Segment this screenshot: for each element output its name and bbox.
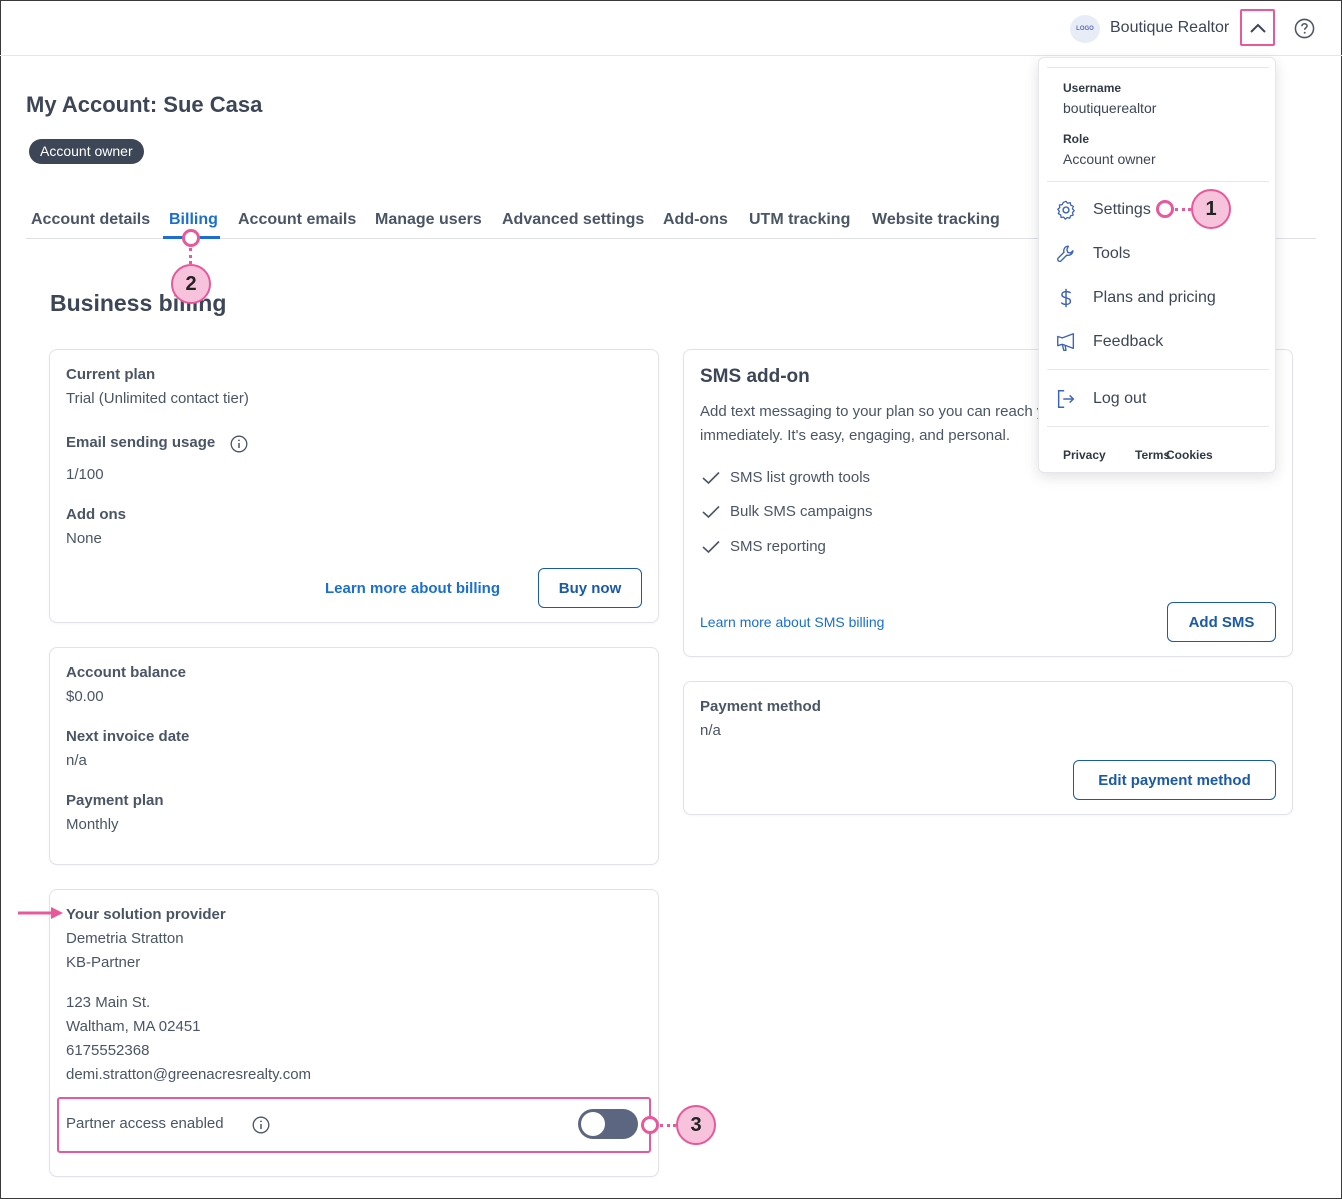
usage-label: Email sending usage xyxy=(66,434,216,451)
top-bar: LOGO Boutique Realtor xyxy=(0,0,1342,56)
sms-feature-item: SMS list growth tools xyxy=(702,469,870,486)
tab-utm-tracking[interactable]: UTM tracking xyxy=(749,211,850,229)
payment-plan-label: Payment plan xyxy=(66,792,164,809)
check-icon xyxy=(702,505,720,518)
terms-link[interactable]: Terms xyxy=(1135,448,1170,462)
learn-more-billing-link[interactable]: Learn more about billing xyxy=(325,580,500,597)
callout-connector xyxy=(189,248,192,264)
provider-email: demi.stratton@greenacresrealty.com xyxy=(66,1066,312,1083)
role-value: Account owner xyxy=(1063,151,1156,167)
payment-method-label: Payment method xyxy=(700,698,821,715)
menu-divider xyxy=(1047,67,1269,68)
info-icon[interactable] xyxy=(252,1116,270,1134)
sms-feature-item: SMS reporting xyxy=(702,538,826,555)
addons-label: Add ons xyxy=(66,506,126,523)
provider-name: Demetria Stratton xyxy=(66,930,184,947)
callout-connector xyxy=(660,1124,676,1127)
tab-account-details[interactable]: Account details xyxy=(31,211,150,229)
menu-item-label: Plans and pricing xyxy=(1093,289,1216,306)
sms-feature-label: Bulk SMS campaigns xyxy=(730,503,873,520)
buy-now-button[interactable]: Buy now xyxy=(538,568,642,608)
page-title: My Account: Sue Casa xyxy=(26,92,263,117)
menu-item-label: Settings xyxy=(1093,201,1151,218)
provider-phone: 6175552368 xyxy=(66,1042,150,1059)
sms-feature-label: SMS list growth tools xyxy=(730,469,871,486)
username-label: Username xyxy=(1063,81,1122,95)
chevron-up-icon xyxy=(1249,23,1266,33)
sms-feature-item: Bulk SMS campaigns xyxy=(702,503,873,520)
account-logo: LOGO xyxy=(1070,15,1100,43)
sms-title: SMS add-on xyxy=(700,366,810,387)
tab-account-emails[interactable]: Account emails xyxy=(238,211,356,229)
current-plan-label: Current plan xyxy=(66,366,156,383)
menu-item-feedback[interactable]: Feedback xyxy=(1055,331,1163,353)
learn-more-sms-link[interactable]: Learn more about SMS billing xyxy=(700,614,884,630)
tab-add-ons[interactable]: Add-ons xyxy=(663,211,728,229)
megaphone-icon xyxy=(1057,333,1075,351)
account-name[interactable]: Boutique Realtor xyxy=(1110,19,1229,37)
callout-anchor xyxy=(641,1116,659,1134)
tab-website-tracking[interactable]: Website tracking xyxy=(872,211,1000,229)
role-badge: Account owner xyxy=(29,139,144,164)
menu-item-label: Feedback xyxy=(1093,333,1164,350)
username-value: boutiquerealtor xyxy=(1063,100,1157,116)
provider-street: 123 Main St. xyxy=(66,994,151,1011)
tab-manage-users[interactable]: Manage users xyxy=(375,211,482,229)
menu-item-tools[interactable]: Tools xyxy=(1055,243,1130,265)
current-plan-value: Trial (Unlimited contact tier) xyxy=(66,390,249,407)
provider-title: Your solution provider xyxy=(66,906,226,923)
provider-company: KB-Partner xyxy=(66,954,141,971)
sms-description-line-2: immediately. It's easy, engaging, and pe… xyxy=(700,427,1010,444)
callout-anchor xyxy=(1156,200,1174,218)
partner-access-label: Partner access enabled xyxy=(66,1115,224,1132)
account-menu-toggle[interactable] xyxy=(1240,9,1275,46)
menu-item-plans-and-pricing[interactable]: Plans and pricing xyxy=(1055,287,1216,309)
usage-value: 1/100 xyxy=(66,466,104,483)
toggle-knob xyxy=(581,1112,605,1136)
check-icon xyxy=(702,471,720,484)
account-dropdown-menu: Username boutiquerealtor Role Account ow… xyxy=(1038,57,1276,473)
callout-badge-1: 1 xyxy=(1191,189,1231,229)
menu-divider xyxy=(1047,369,1269,370)
menu-item-settings[interactable]: Settings xyxy=(1055,199,1151,221)
callout-anchor xyxy=(182,229,200,247)
callout-badge-2: 2 xyxy=(171,264,211,304)
arrow-pointer-icon xyxy=(18,907,63,919)
tab-advanced-settings[interactable]: Advanced settings xyxy=(502,211,644,229)
sms-description-line-1: Add text messaging to your plan so you c… xyxy=(700,403,1040,420)
cookies-link[interactable]: Cookies xyxy=(1166,448,1213,462)
addons-value: None xyxy=(66,530,102,547)
provider-city: Waltham, MA 02451 xyxy=(66,1018,201,1035)
gear-icon xyxy=(1057,200,1075,220)
balance-value: $0.00 xyxy=(66,688,104,705)
balance-label: Account balance xyxy=(66,664,187,681)
callout-connector xyxy=(1175,208,1191,211)
help-icon[interactable] xyxy=(1294,18,1315,39)
menu-item-label: Log out xyxy=(1093,390,1147,407)
invoice-value: n/a xyxy=(66,752,87,769)
check-icon xyxy=(702,540,720,553)
logout-icon xyxy=(1057,390,1075,408)
payment-method-value: n/a xyxy=(700,722,721,739)
partner-access-toggle[interactable] xyxy=(578,1109,638,1139)
menu-divider xyxy=(1047,181,1269,182)
menu-item-label: Tools xyxy=(1093,245,1131,262)
payment-plan-value: Monthly xyxy=(66,816,119,833)
sms-feature-label: SMS reporting xyxy=(730,538,826,555)
privacy-link[interactable]: Privacy xyxy=(1063,448,1106,462)
dollar-icon xyxy=(1060,288,1072,308)
add-sms-button[interactable]: Add SMS xyxy=(1167,602,1276,642)
role-label: Role xyxy=(1063,132,1090,146)
wrench-icon xyxy=(1057,245,1074,262)
tab-billing[interactable]: Billing xyxy=(169,211,218,229)
menu-item-logout[interactable]: Log out xyxy=(1055,388,1146,410)
invoice-label: Next invoice date xyxy=(66,728,190,745)
callout-badge-3: 3 xyxy=(676,1105,716,1145)
edit-payment-method-button[interactable]: Edit payment method xyxy=(1073,760,1276,800)
info-icon[interactable] xyxy=(230,435,248,453)
menu-divider xyxy=(1047,426,1269,427)
